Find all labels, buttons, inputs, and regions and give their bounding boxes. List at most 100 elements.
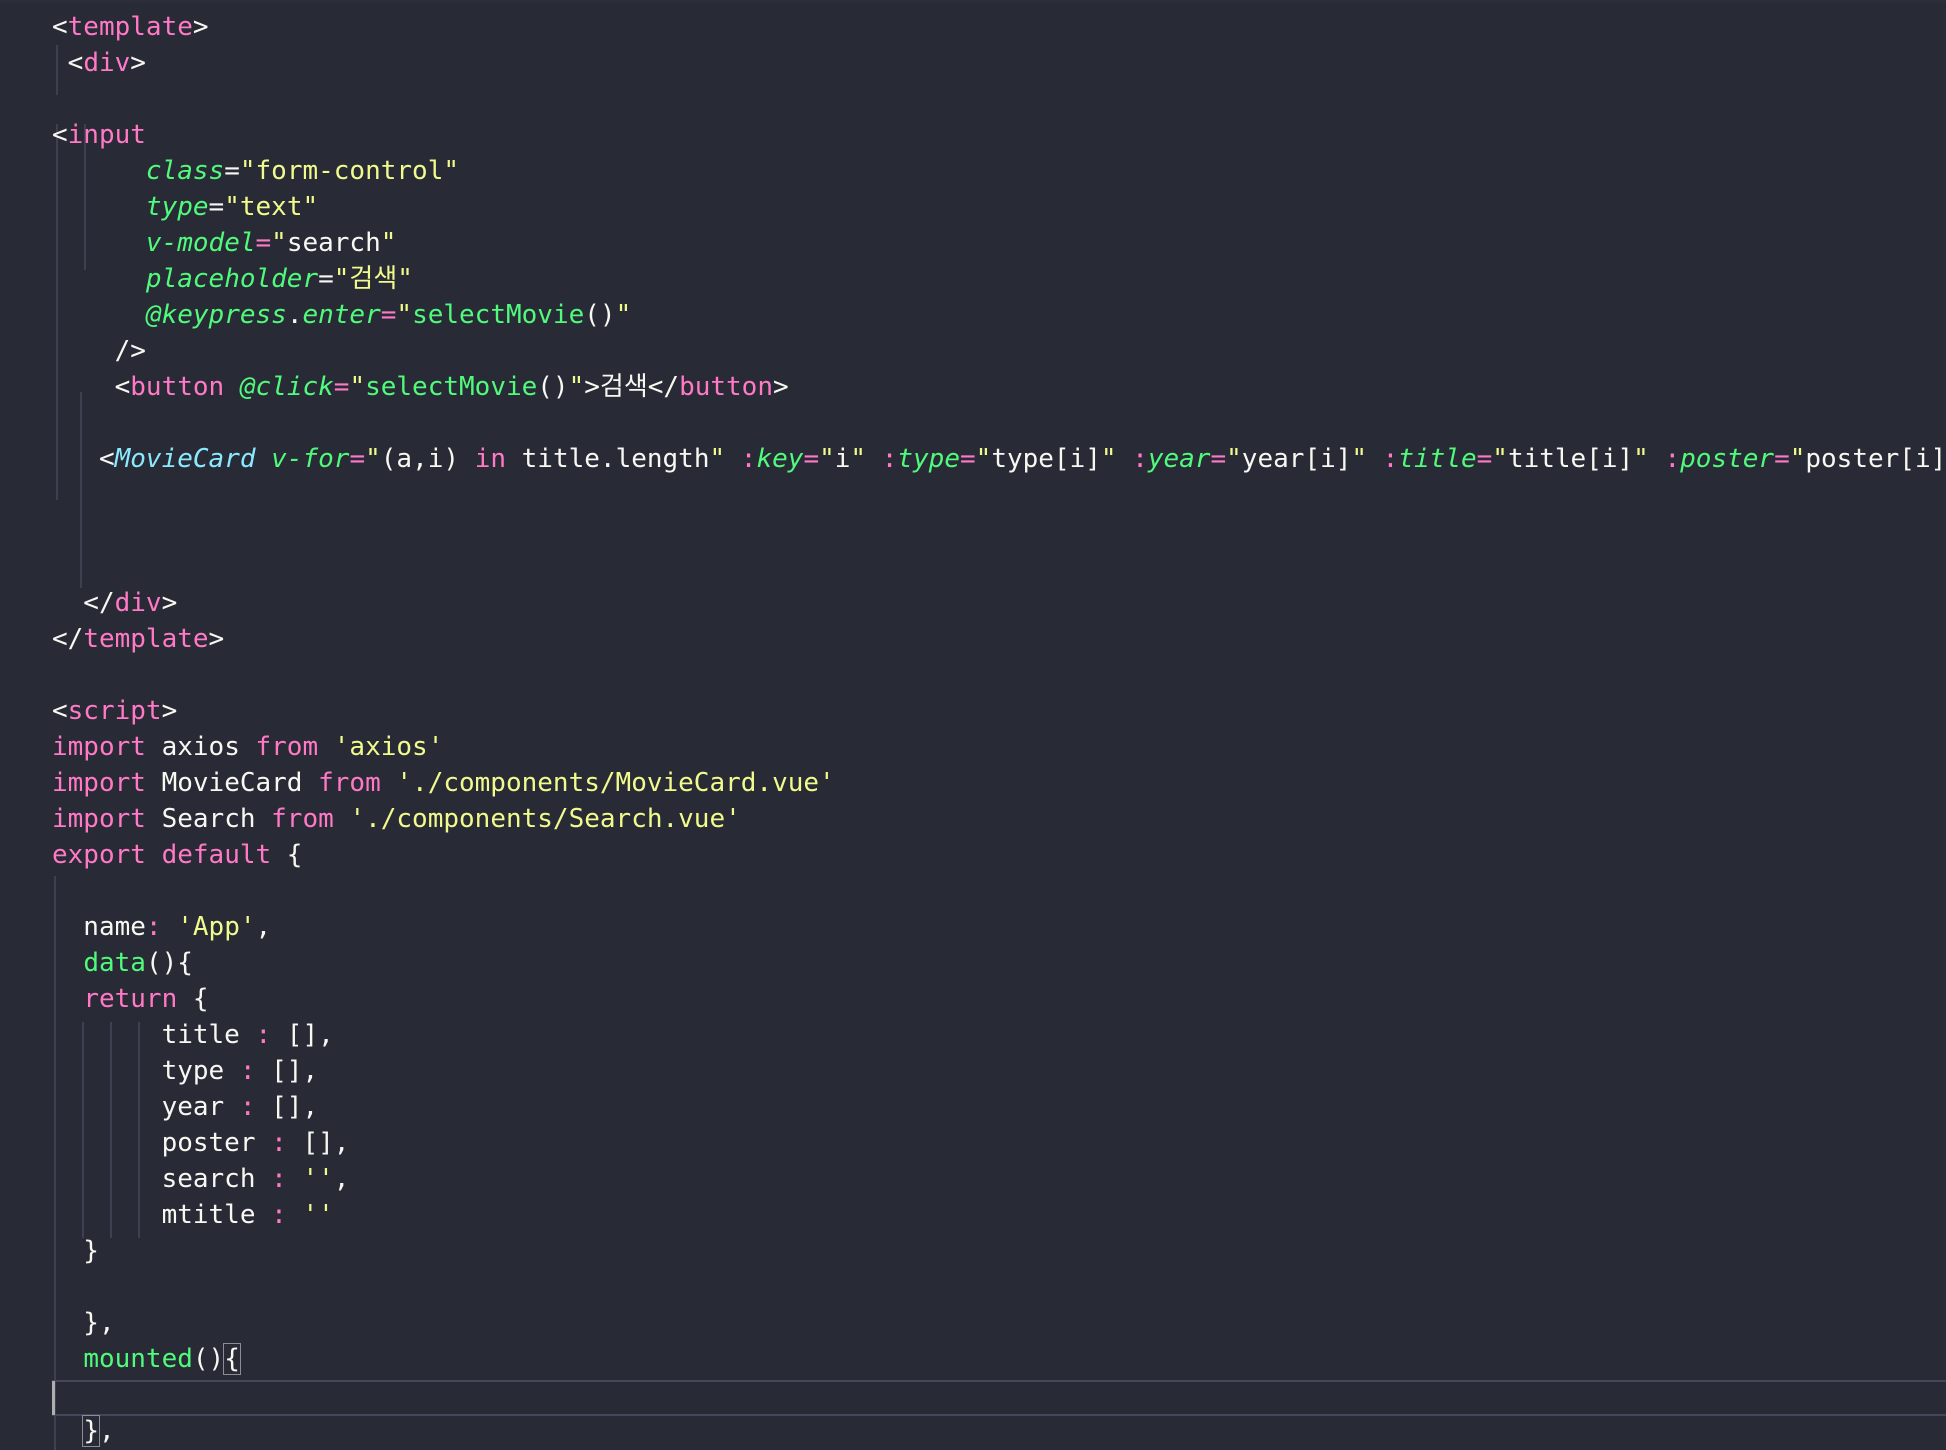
code-token: class bbox=[145, 156, 225, 186]
code-line[interactable]: data(){ bbox=[52, 945, 1946, 981]
code-line[interactable]: /> bbox=[52, 333, 1946, 369]
code-line[interactable] bbox=[52, 513, 1946, 549]
code-line[interactable]: </div> bbox=[52, 585, 1946, 621]
code-token: template bbox=[83, 624, 209, 654]
code-token: : bbox=[1648, 444, 1681, 474]
code-line[interactable]: <template> bbox=[52, 9, 1946, 45]
code-token: = bbox=[255, 228, 272, 258]
code-line[interactable]: <button @click="selectMovie()">검색</butto… bbox=[52, 369, 1946, 405]
code-line[interactable]: } bbox=[52, 1233, 1946, 1269]
code-token: (a,i) bbox=[380, 444, 475, 474]
code-token: from bbox=[255, 732, 319, 762]
code-token: : bbox=[725, 444, 757, 474]
code-token: { bbox=[271, 840, 303, 870]
code-line[interactable]: year : [], bbox=[52, 1089, 1946, 1125]
code-token: = bbox=[318, 264, 334, 294]
code-editor[interactable]: <template> <div> <input class="form-contr… bbox=[0, 0, 1946, 1450]
code-line[interactable]: search : '', bbox=[52, 1161, 1946, 1197]
code-line[interactable]: <input bbox=[52, 117, 1946, 153]
code-line[interactable]: <script> bbox=[52, 693, 1946, 729]
code-token: " bbox=[568, 372, 585, 402]
code-line[interactable]: import Search from './components/Search.… bbox=[52, 801, 1946, 837]
code-token: " bbox=[850, 444, 867, 474]
code-token: : bbox=[271, 1200, 287, 1230]
code-token: "form-control" bbox=[239, 156, 460, 186]
code-line[interactable]: import axios from 'axios' bbox=[52, 729, 1946, 765]
code-line[interactable] bbox=[52, 405, 1946, 441]
code-line[interactable]: name: 'App', bbox=[52, 909, 1946, 945]
code-line[interactable] bbox=[52, 1269, 1946, 1305]
code-token: @click bbox=[239, 372, 334, 402]
code-token: . bbox=[286, 300, 303, 330]
code-token: " bbox=[615, 300, 632, 330]
code-line[interactable]: <div> bbox=[52, 45, 1946, 81]
code-token: () bbox=[537, 372, 569, 402]
code-line[interactable]: export default { bbox=[52, 837, 1946, 873]
code-token: " bbox=[365, 444, 381, 474]
code-line[interactable] bbox=[52, 657, 1946, 693]
code-line[interactable] bbox=[52, 1377, 1946, 1413]
code-token: " bbox=[396, 300, 413, 330]
code-content[interactable]: <template> <div> <input class="form-contr… bbox=[52, 9, 1946, 1449]
code-token: { bbox=[177, 984, 209, 1014]
code-token: " bbox=[271, 228, 287, 258]
code-line[interactable]: return { bbox=[52, 981, 1946, 1017]
code-token: MovieCard bbox=[114, 444, 256, 474]
code-token: : bbox=[271, 1128, 287, 1158]
code-line[interactable]: mtitle : '' bbox=[52, 1197, 1946, 1233]
code-line[interactable]: placeholder="검색" bbox=[52, 261, 1946, 297]
code-token: button bbox=[130, 372, 225, 402]
code-line[interactable]: }, bbox=[52, 1413, 1946, 1449]
code-token: < bbox=[52, 12, 68, 42]
code-line[interactable] bbox=[52, 873, 1946, 909]
code-token: : bbox=[866, 444, 898, 474]
code-line[interactable]: poster : [], bbox=[52, 1125, 1946, 1161]
code-token: @keypress bbox=[145, 300, 287, 330]
code-token: " bbox=[1226, 444, 1242, 474]
code-token: " bbox=[1100, 444, 1117, 474]
code-token: name bbox=[52, 912, 146, 942]
code-token: }, bbox=[52, 1308, 115, 1338]
code-line[interactable] bbox=[52, 477, 1946, 513]
code-token: = bbox=[1476, 444, 1493, 474]
code-line[interactable]: </template> bbox=[52, 621, 1946, 657]
top-strip bbox=[0, 0, 1946, 3]
code-line[interactable]: mounted(){ bbox=[52, 1341, 1946, 1377]
code-line[interactable]: @keypress.enter="selectMovie()" bbox=[52, 297, 1946, 333]
code-token: , bbox=[333, 1164, 350, 1194]
code-line[interactable]: type="text" bbox=[52, 189, 1946, 225]
code-token: type bbox=[145, 192, 209, 222]
code-token: " bbox=[1351, 444, 1368, 474]
code-token: import bbox=[52, 768, 146, 798]
code-line[interactable]: type : [], bbox=[52, 1053, 1946, 1089]
code-token: " bbox=[1492, 444, 1508, 474]
code-token: v-model bbox=[145, 228, 256, 258]
code-line[interactable]: }, bbox=[52, 1305, 1946, 1341]
code-token: import bbox=[52, 804, 146, 834]
code-token: : bbox=[1367, 444, 1399, 474]
code-line[interactable]: <MovieCard v-for="(a,i) in title.length"… bbox=[52, 441, 1946, 477]
code-token: : bbox=[1116, 444, 1148, 474]
code-token: " bbox=[349, 372, 366, 402]
code-line[interactable] bbox=[52, 81, 1946, 117]
code-token: () bbox=[584, 300, 616, 330]
code-line[interactable]: v-model="search" bbox=[52, 225, 1946, 261]
code-token: = bbox=[333, 372, 350, 402]
code-token: () bbox=[192, 1344, 225, 1374]
code-line[interactable]: class="form-control" bbox=[52, 153, 1946, 189]
code-line[interactable]: import MovieCard from './components/Movi… bbox=[52, 765, 1946, 801]
code-line[interactable]: title : [], bbox=[52, 1017, 1946, 1053]
code-token: = bbox=[803, 444, 820, 474]
code-token: [], bbox=[255, 1056, 319, 1086]
code-token: default bbox=[161, 840, 272, 870]
code-line[interactable] bbox=[52, 549, 1946, 585]
